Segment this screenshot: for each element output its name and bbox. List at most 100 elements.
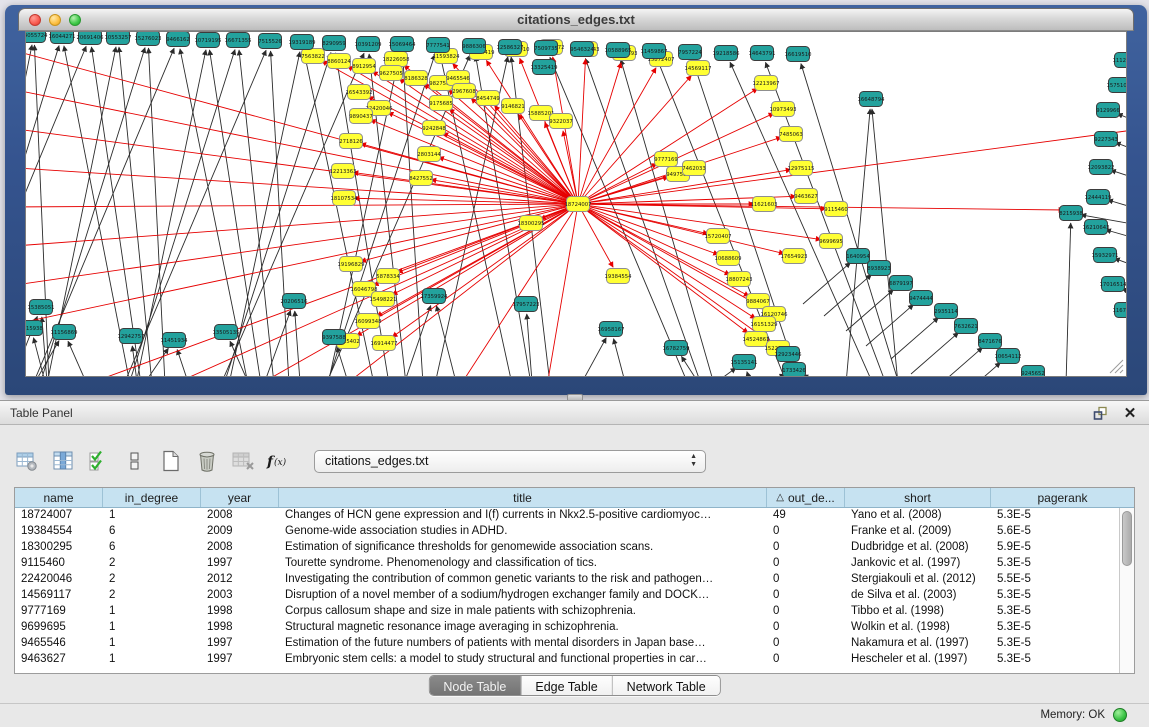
graph-node[interactable]: 9397588 — [322, 330, 346, 345]
table-cell[interactable]: 5.3E-5 — [991, 620, 1119, 636]
table-cell[interactable]: 2012 — [201, 572, 279, 588]
graph-node[interactable]: 14569117 — [685, 61, 712, 76]
graph-node[interactable]: 16210643 — [1083, 220, 1110, 235]
graph-node[interactable]: 9146821 — [501, 99, 525, 114]
table-cell[interactable]: 14569117 — [15, 588, 103, 604]
table-cell[interactable]: 1 — [103, 652, 201, 668]
graph-node[interactable]: 11123559 — [1113, 53, 1126, 68]
graph-node[interactable]: 10973493 — [770, 102, 797, 117]
graph-node[interactable]: 12444119 — [1085, 190, 1112, 205]
graph-node[interactable]: 18107534 — [331, 191, 359, 206]
table-cell[interactable]: 0 — [767, 556, 845, 572]
graph-node[interactable]: 10588965 — [605, 43, 632, 58]
graph-node[interactable]: 15720407 — [705, 229, 732, 244]
table-cell[interactable]: 0 — [767, 540, 845, 556]
table-row[interactable]: 1872400712008Changes of HCN gene express… — [15, 508, 1119, 524]
table-cell[interactable]: Hescheler et al. (1997) — [845, 652, 991, 668]
table-cell[interactable]: 0 — [767, 572, 845, 588]
table-cell[interactable]: 5.3E-5 — [991, 556, 1119, 572]
graph-node[interactable]: 15385051 — [28, 300, 55, 315]
graph-node[interactable]: 19319189 — [289, 35, 316, 50]
table-cell[interactable]: 19384554 — [15, 524, 103, 540]
graph-node[interactable]: 10553257 — [105, 32, 132, 45]
table-cell[interactable]: 9463627 — [15, 652, 103, 668]
graph-node[interactable]: 18226058 — [383, 52, 411, 67]
graph-node[interactable]: 11459867 — [641, 44, 668, 59]
table-cell[interactable]: Estimation of significance thresholds fo… — [279, 540, 767, 556]
graph-node[interactable]: 8912954 — [352, 59, 376, 74]
table-row[interactable]: 946362711997Embryonic stem cells: a mode… — [15, 652, 1119, 668]
graph-node[interactable]: 16648794 — [858, 92, 886, 107]
show-column-icon[interactable] — [50, 448, 76, 474]
table-cell[interactable]: 5.9E-5 — [991, 540, 1119, 556]
table-cell[interactable]: 2009 — [201, 524, 279, 540]
table-cell[interactable]: Dudbridge et al. (2008) — [845, 540, 991, 556]
graph-node[interactable]: 11451934 — [161, 333, 189, 348]
graph-node[interactable]: 8471676 — [978, 334, 1002, 349]
table-cell[interactable]: 5.3E-5 — [991, 652, 1119, 668]
table-cell[interactable]: 2 — [103, 572, 201, 588]
zoom-window-icon[interactable] — [69, 14, 81, 26]
table-cell[interactable]: Estimation of the future numbers of pati… — [279, 636, 767, 652]
graph-node[interactable]: 16099348 — [355, 314, 383, 329]
graph-node[interactable]: 18807243 — [726, 272, 753, 287]
graph-node[interactable]: 9466162 — [166, 32, 190, 47]
table-cell[interactable]: 5.3E-5 — [991, 588, 1119, 604]
table-cell[interactable]: 0 — [767, 604, 845, 620]
table-cell[interactable]: 0 — [767, 588, 845, 604]
table-cell[interactable]: 2 — [103, 588, 201, 604]
graph-node[interactable]: 2803144 — [417, 147, 441, 162]
table-cell[interactable]: 9699695 — [15, 620, 103, 636]
table-cell[interactable]: 5.3E-5 — [991, 604, 1119, 620]
new-table-icon[interactable] — [158, 448, 184, 474]
table-cell[interactable]: 18724007 — [15, 508, 103, 524]
graph-node[interactable]: 15069464 — [389, 37, 417, 52]
table-cell[interactable]: 1 — [103, 604, 201, 620]
close-window-icon[interactable] — [29, 14, 41, 26]
table-cell[interactable]: 1997 — [201, 556, 279, 572]
graph-node[interactable]: 7563822 — [301, 49, 325, 64]
table-settings-icon[interactable] — [14, 448, 40, 474]
graph-node[interactable]: 15135141 — [731, 355, 758, 370]
table-header-cell-pagerank[interactable]: pagerank — [991, 488, 1134, 507]
graph-node[interactable]: 7462033 — [682, 161, 706, 176]
graph-node[interactable]: 1733426 — [782, 363, 806, 377]
graph-node[interactable]: 1640954 — [846, 249, 870, 264]
graph-node[interactable]: 9699695 — [819, 234, 843, 249]
graph-node[interactable]: 9322037 — [549, 114, 573, 129]
table-cell[interactable]: 1 — [103, 636, 201, 652]
table-header-cell-out_de[interactable]: △out_de... — [767, 488, 845, 507]
table-cell[interactable]: Wolkin et al. (1998) — [845, 620, 991, 636]
table-cell[interactable]: 22420046 — [15, 572, 103, 588]
graph-node[interactable]: 16619510 — [785, 47, 813, 62]
table-header-cell-name[interactable]: name — [15, 488, 103, 507]
graph-node[interactable]: 17957223 — [513, 297, 540, 312]
graph-node[interactable]: 2718126 — [339, 134, 363, 149]
delete-rows-icon[interactable] — [194, 448, 220, 474]
table-cell[interactable]: 1997 — [201, 636, 279, 652]
table-cell[interactable]: 2 — [103, 556, 201, 572]
table-cell[interactable]: 1 — [103, 508, 201, 524]
table-cell[interactable]: Nakamura et al. (1997) — [845, 636, 991, 652]
graph-node[interactable]: 11675312 — [1113, 303, 1126, 318]
graph-node[interactable]: 19384554 — [605, 269, 633, 284]
table-cell[interactable]: 5.3E-5 — [991, 508, 1119, 524]
table-header-cell-short[interactable]: short — [845, 488, 991, 507]
graph-node[interactable]: 10654112 — [995, 349, 1022, 364]
graph-node[interactable]: 6879197 — [889, 276, 913, 291]
table-cell[interactable]: Corpus callosum shape and size in male p… — [279, 604, 767, 620]
row-height-icon[interactable] — [122, 448, 148, 474]
graph-node[interactable]: 7777541 — [426, 38, 450, 53]
table-row[interactable]: 969969511998Structural magnetic resonanc… — [15, 620, 1119, 636]
graph-node[interactable]: 2935114 — [934, 304, 958, 319]
graph-node[interactable]: 9115460 — [824, 202, 848, 217]
tab-network-table[interactable]: Network Table — [613, 676, 720, 695]
graph-node[interactable]: 9175685 — [429, 96, 453, 111]
table-cell[interactable]: 9777169 — [15, 604, 103, 620]
graph-node[interactable]: 24055724 — [26, 32, 48, 43]
table-cell[interactable]: Tibbo et al. (1998) — [845, 604, 991, 620]
graph-node[interactable]: 9129966 — [1096, 103, 1120, 118]
graph-node[interactable]: 7509735 — [534, 41, 558, 56]
graph-node[interactable]: 9777169 — [654, 152, 678, 167]
graph-node[interactable]: 9546324 — [570, 42, 594, 57]
